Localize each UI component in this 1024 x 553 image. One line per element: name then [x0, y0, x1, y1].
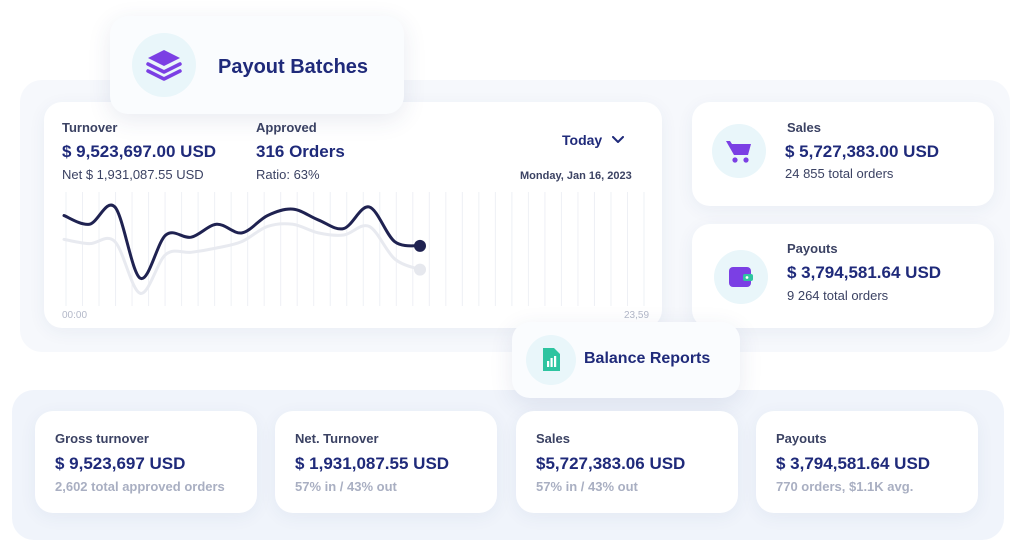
stat-value: $ 3,794,581.64 USD	[776, 454, 931, 473]
turnover-line-chart	[62, 192, 645, 306]
stat-card-net-turnover: Net. Turnover $ 1,931,087.55 USD 57% in …	[275, 411, 497, 513]
stat-sub: 57% in / 43% out	[536, 479, 638, 494]
sales-orders: 24 855 total orders	[785, 166, 894, 181]
period-select-label: Today	[562, 132, 603, 148]
layers-icon-circle	[132, 33, 196, 97]
approved-label: Approved	[256, 120, 317, 135]
turnover-value: $ 9,523,697.00 USD	[62, 142, 217, 161]
sales-value: $ 5,727,383.00 USD	[785, 142, 940, 161]
stat-label: Net. Turnover	[295, 431, 379, 446]
sales-card: Sales $ 5,727,383.00 USD 24 855 total or…	[692, 102, 994, 206]
payouts-label: Payouts	[787, 241, 838, 256]
chart-date: Monday, Jan 16, 2023	[520, 170, 632, 182]
layers-icon	[146, 50, 182, 81]
stat-card-payouts: Payouts $ 3,794,581.64 USD 770 orders, $…	[756, 411, 978, 513]
chart-end-point-series-primary	[414, 239, 426, 252]
axis-end-label: 23,59	[624, 310, 650, 321]
approved-orders: 316 Orders	[256, 142, 345, 161]
chart-end-point-series-secondary	[414, 263, 426, 276]
balance-reports-tag[interactable]: Balance Reports	[512, 322, 740, 398]
cart-icon-circle	[712, 124, 766, 178]
stat-card-gross-turnover: Gross turnover $ 9,523,697 USD 2,602 tot…	[35, 411, 257, 513]
balance-reports-title: Balance Reports	[584, 350, 711, 367]
payout-batches-title: Payout Batches	[218, 56, 369, 78]
turnover-label: Turnover	[62, 120, 118, 135]
stat-sub: 57% in / 43% out	[295, 479, 397, 494]
payouts-card: Payouts $ 3,794,581.64 USD 9 264 total o…	[692, 224, 994, 328]
stat-sub: 770 orders, $1.1K avg.	[776, 479, 914, 494]
net-turnover: Net $ 1,931,087.55 USD	[62, 167, 204, 182]
sales-label: Sales	[787, 120, 821, 135]
stat-label: Payouts	[776, 431, 827, 446]
wallet-icon-circle	[714, 250, 768, 304]
approval-ratio: Ratio: 63%	[256, 167, 320, 182]
stat-value: $ 1,931,087.55 USD	[295, 454, 450, 473]
report-icon-circle	[526, 335, 576, 385]
stat-value: $ 9,523,697 USD	[55, 454, 186, 473]
stat-value: $5,727,383.06 USD	[536, 454, 686, 473]
turnover-card: Turnover $ 9,523,697.00 USD Net $ 1,931,…	[44, 102, 662, 328]
stat-label: Gross turnover	[55, 431, 149, 446]
payouts-orders: 9 264 total orders	[787, 288, 889, 303]
chevron-down-icon	[612, 136, 625, 143]
wallet-icon	[729, 267, 753, 287]
payout-batches-tag[interactable]: Payout Batches	[110, 16, 404, 114]
stat-sub: 2,602 total approved orders	[55, 479, 225, 494]
axis-start-label: 00:00	[62, 310, 88, 321]
payouts-value: $ 3,794,581.64 USD	[787, 263, 942, 282]
period-select[interactable]: Today	[562, 132, 625, 148]
stat-card-sales: Sales $5,727,383.06 USD 57% in / 43% out	[516, 411, 738, 513]
stat-label: Sales	[536, 431, 570, 446]
report-chart-icon	[543, 348, 560, 371]
cart-icon	[726, 141, 751, 163]
